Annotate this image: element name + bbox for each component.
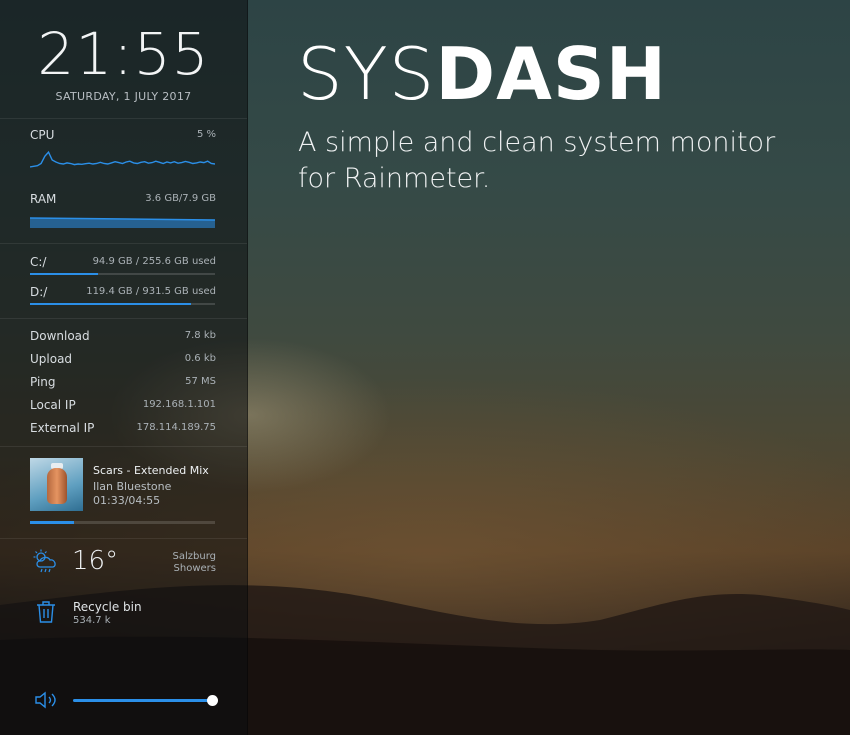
cpu-label: CPU (30, 128, 55, 142)
album-art[interactable] (30, 458, 83, 511)
hero-title-bold: DASH (435, 32, 667, 116)
cpu-graph (30, 150, 215, 168)
cpu-graph-line (30, 150, 215, 168)
ram-graph (30, 217, 215, 228)
drive-d-bar (30, 303, 215, 305)
drive-c-label: C:/ (30, 255, 47, 269)
hero-title: SYSDASH (297, 34, 667, 114)
divider (0, 446, 247, 447)
drive-d-label: D:/ (30, 285, 48, 299)
weather-condition: Showers (173, 563, 216, 574)
hero-subtitle: A simple and clean system monitor for Ra… (298, 125, 818, 197)
divider (0, 243, 247, 244)
hero-title-thin: SYS (297, 32, 436, 116)
track-time: 01:33/04:55 (93, 494, 161, 507)
hero-subtitle-line2: for Rainmeter. (298, 163, 491, 194)
track-artist: Ilan Bluestone (93, 480, 172, 493)
cloud-rain-sun-icon (33, 549, 56, 573)
net-download-value: 7.8 kb (184, 330, 216, 341)
divider (0, 538, 247, 539)
drive-c-bar (30, 273, 215, 275)
net-local-ip-value: 192.168.1.101 (142, 399, 216, 410)
net-upload-value: 0.6 kb (184, 353, 216, 364)
divider (0, 318, 247, 319)
track-title: Scars - Extended Mix (93, 464, 209, 477)
net-local-ip-label: Local IP (30, 398, 76, 412)
track-progress-bar[interactable] (30, 521, 215, 524)
clock-time: 21:55 (37, 20, 210, 88)
drive-c-value: 94.9 GB / 255.6 GB used (92, 256, 216, 267)
net-upload-label: Upload (30, 352, 73, 366)
net-external-ip-label: External IP (30, 421, 95, 435)
recycle-bin-label[interactable]: Recycle bin (73, 600, 142, 614)
drive-d-value: 119.4 GB / 931.5 GB used (86, 286, 216, 297)
weather-city: Salzburg (172, 551, 216, 562)
ram-label: RAM (30, 192, 57, 206)
album-art-figure (47, 468, 67, 504)
drive-c-bar-fill (30, 273, 99, 275)
volume-slider[interactable] (73, 699, 213, 702)
divider (0, 118, 247, 119)
weather-temp: 16° (72, 546, 119, 576)
trash-icon[interactable] (36, 600, 56, 624)
track-progress-fill (30, 521, 75, 524)
cpu-value: 5 % (196, 129, 216, 140)
net-download-label: Download (30, 329, 90, 343)
net-external-ip-value: 178.114.189.75 (136, 422, 216, 433)
clock-date: SATURDAY, 1 JULY 2017 (55, 90, 192, 103)
ram-value: 3.6 GB/7.9 GB (145, 193, 216, 204)
sidebar-panel: 21:55 SATURDAY, 1 JULY 2017 CPU 5 % RAM … (0, 0, 248, 735)
net-ping-label: Ping (30, 375, 56, 389)
drive-d-bar-fill (30, 303, 191, 305)
hero-subtitle-line1: A simple and clean system monitor (298, 127, 776, 158)
recycle-bin-size: 534.7 k (73, 615, 111, 626)
volume-slider-knob[interactable] (207, 695, 218, 706)
speaker-icon[interactable] (34, 690, 60, 710)
net-ping-value: 57 MS (185, 376, 216, 387)
